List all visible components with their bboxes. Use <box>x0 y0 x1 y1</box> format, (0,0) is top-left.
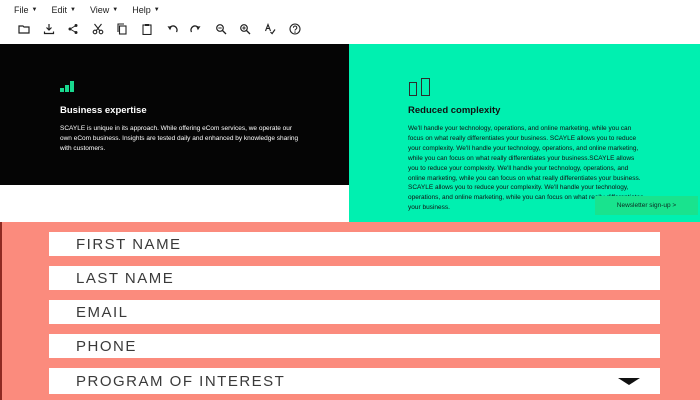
menu-help-label: Help <box>132 5 151 15</box>
chevron-down-icon <box>618 377 640 385</box>
menu-file-label: File <box>14 5 29 15</box>
pages-icon <box>409 78 433 96</box>
undo-icon[interactable] <box>164 21 180 37</box>
zoom-in-icon[interactable] <box>237 21 253 37</box>
last-name-field[interactable] <box>49 266 660 290</box>
caret-down-icon: ▼ <box>112 7 119 13</box>
spellcheck-icon[interactable] <box>262 21 278 37</box>
share-icon[interactable] <box>65 21 81 37</box>
feature-description: SCAYLE is unique in its approach. While … <box>60 125 299 152</box>
caret-down-icon: ▼ <box>31 7 38 13</box>
top-bar: File ▼ Edit ▼ View ▼ Help ▼ <box>0 0 700 44</box>
copy-icon[interactable] <box>114 21 130 37</box>
menu-view-label: View <box>89 5 110 15</box>
folder-icon[interactable] <box>16 21 32 37</box>
menu-help[interactable]: Help ▼ <box>132 2 159 18</box>
first-name-field[interactable] <box>49 232 660 256</box>
download-icon[interactable] <box>41 21 57 37</box>
phone-field[interactable] <box>49 334 660 358</box>
menu-view[interactable]: View ▼ <box>90 2 118 18</box>
menu-bar: File ▼ Edit ▼ View ▼ Help ▼ <box>14 2 174 18</box>
caret-down-icon: ▼ <box>153 7 160 13</box>
menu-edit-label: Edit <box>51 5 67 15</box>
email-field[interactable] <box>49 300 660 324</box>
program-of-interest-value: PROGRAM OF INTEREST <box>76 372 286 390</box>
cut-icon[interactable] <box>90 21 106 37</box>
caret-down-icon: ▼ <box>69 7 76 13</box>
redo-icon[interactable] <box>188 21 204 37</box>
menu-file[interactable]: File ▼ <box>14 2 37 18</box>
bar-chart-icon <box>60 80 78 92</box>
zoom-out-icon[interactable] <box>213 21 229 37</box>
newsletter-signup-button[interactable]: Newsletter sign-up > <box>595 196 698 215</box>
feature-title: Business expertise <box>60 105 147 116</box>
help-icon[interactable] <box>287 21 303 37</box>
program-of-interest-select[interactable]: PROGRAM OF INTEREST <box>49 368 660 394</box>
menu-edit[interactable]: Edit ▼ <box>51 2 75 18</box>
paste-icon[interactable] <box>139 21 155 37</box>
toolbar <box>16 20 311 38</box>
frame-border <box>0 222 2 400</box>
feature-business-expertise <box>0 44 350 185</box>
feature-title: Reduced complexity <box>408 105 501 116</box>
